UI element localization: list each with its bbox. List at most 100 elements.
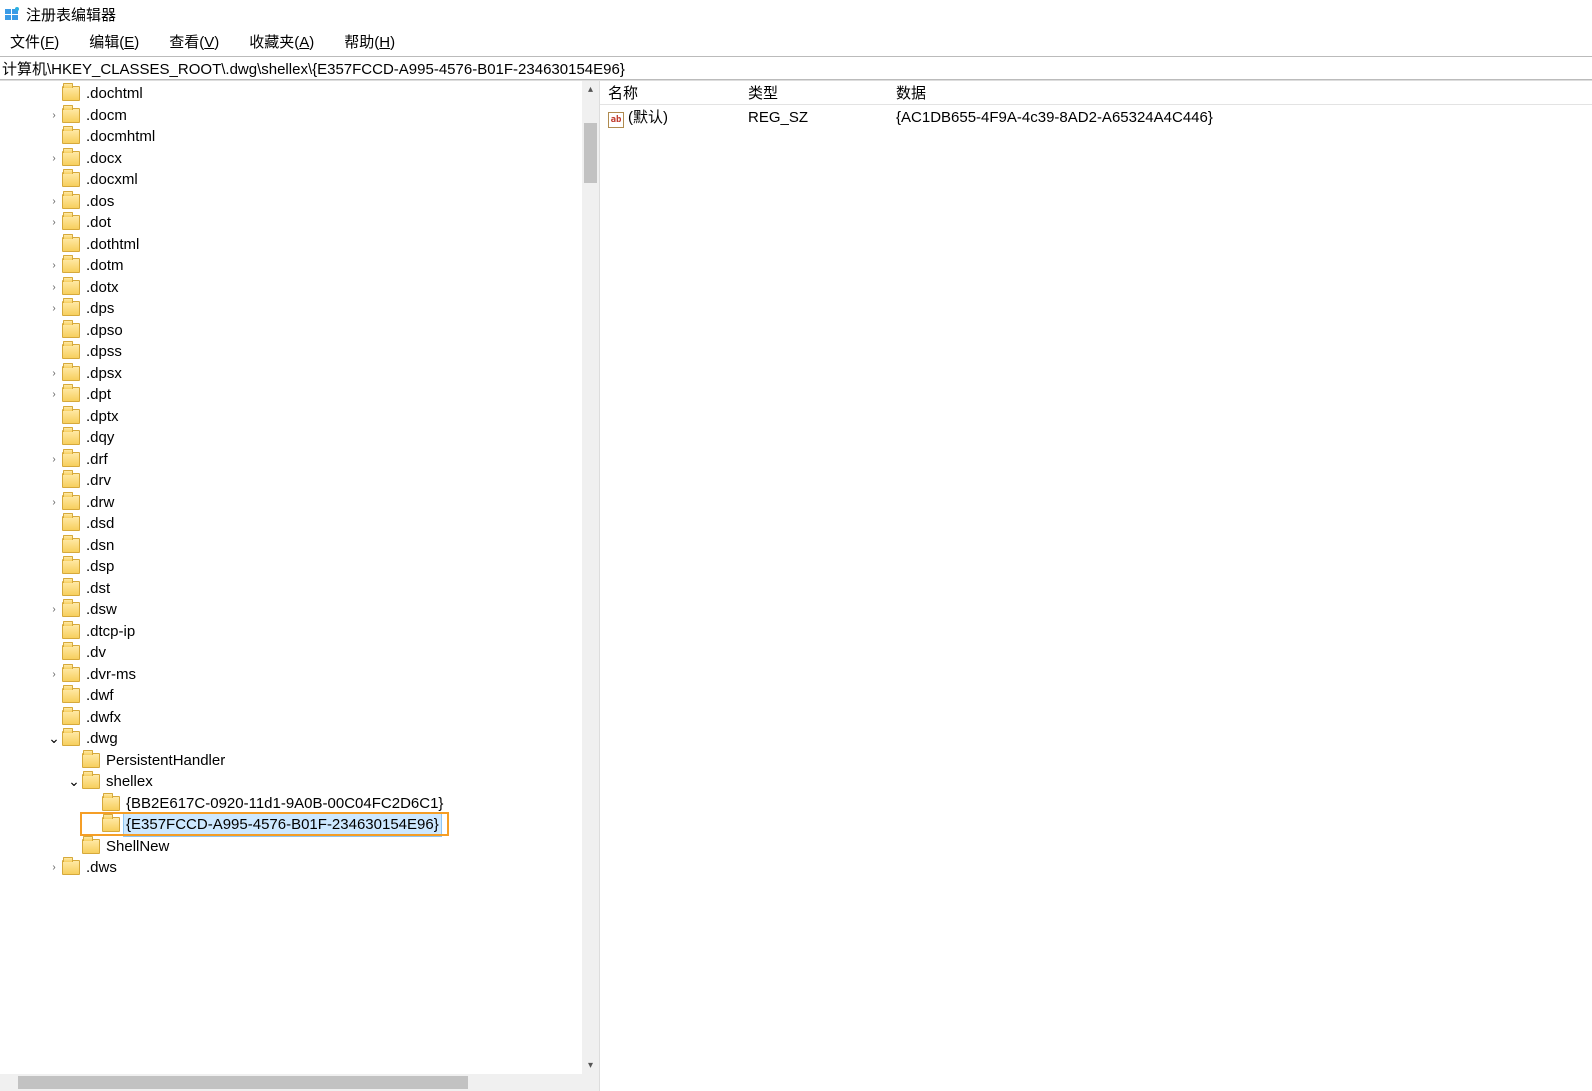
tree-item[interactable]: ›.docm	[4, 105, 599, 127]
folder-icon	[62, 172, 80, 187]
tree-item[interactable]: ›.dotm	[4, 255, 599, 277]
tree-item[interactable]: ⌄ .dwg	[4, 728, 599, 750]
tree-item[interactable]: ›.dochtml	[4, 83, 599, 105]
menu-edit[interactable]: 编辑(E)	[83, 29, 145, 54]
tree-item[interactable]: ›.drw	[4, 492, 599, 514]
scroll-up-arrow-icon[interactable]: ▴	[582, 81, 599, 98]
tree-item[interactable]: ›.dv	[4, 642, 599, 664]
tree-item[interactable]: ›.dqy	[4, 427, 599, 449]
chevron-right-icon[interactable]: ›	[46, 602, 62, 618]
tree-item-label: .docxml	[84, 169, 140, 191]
chevron-right-icon[interactable]: ›	[46, 451, 62, 467]
folder-icon	[62, 323, 80, 338]
tree-item[interactable]: ›.dsn	[4, 535, 599, 557]
horizontal-scroll-thumb[interactable]	[18, 1076, 468, 1089]
tree-item[interactable]: ›PersistentHandler	[4, 750, 599, 772]
tree-item[interactable]: ›.docxml	[4, 169, 599, 191]
folder-icon	[62, 344, 80, 359]
chevron-right-icon[interactable]: ›	[46, 215, 62, 231]
main-split: ›.dochtml›.docm›.docmhtml›.docx›.docxml›…	[0, 80, 1592, 1091]
chevron-right-icon[interactable]: ›	[46, 860, 62, 876]
tree-item[interactable]: ›.docmhtml	[4, 126, 599, 148]
tree-item[interactable]: ›.dsp	[4, 556, 599, 578]
tree-item[interactable]: ›.dot	[4, 212, 599, 234]
chevron-right-icon[interactable]: ›	[46, 666, 62, 682]
header-type[interactable]: 类型	[748, 82, 896, 103]
tree-item-label: shellex	[104, 771, 155, 793]
tree-item-label: .dochtml	[84, 83, 145, 105]
tree-item[interactable]: ›.dwf	[4, 685, 599, 707]
folder-icon	[62, 129, 80, 144]
tree-item[interactable]: ›.dpt	[4, 384, 599, 406]
tree-item-label: .dsw	[84, 599, 119, 621]
tree-item-label: .dsn	[84, 535, 116, 557]
tree-item-label: .dws	[84, 857, 119, 879]
tree-item[interactable]: ›.dpso	[4, 320, 599, 342]
tree-item[interactable]: › .dsw	[4, 599, 599, 621]
chevron-right-icon[interactable]: ›	[46, 258, 62, 274]
tree-item[interactable]: ›.drf	[4, 449, 599, 471]
tree-item[interactable]: ›ShellNew	[4, 836, 599, 858]
values-header[interactable]: 名称 类型 数据	[600, 81, 1592, 105]
tree-item[interactable]: ›.dpsx	[4, 363, 599, 385]
registry-tree[interactable]: ›.dochtml›.docm›.docmhtml›.docx›.docxml›…	[0, 81, 599, 881]
value-row[interactable]: ab(默认)REG_SZ{AC1DB655-4F9A-4c39-8AD2-A65…	[600, 105, 1592, 129]
tree-item[interactable]: ›.dotx	[4, 277, 599, 299]
header-data[interactable]: 数据	[896, 82, 1592, 103]
tree-item[interactable]: ›.dvr-ms	[4, 664, 599, 686]
tree-item-label: .dwfx	[84, 707, 123, 729]
folder-icon	[82, 774, 100, 789]
tree-item-label: .dsp	[84, 556, 116, 578]
tree-item[interactable]: ›.docx	[4, 148, 599, 170]
chevron-down-icon[interactable]: ⌄	[66, 774, 82, 790]
menu-favorites[interactable]: 收藏夹(A)	[243, 29, 320, 54]
menu-view[interactable]: 查看(V)	[163, 29, 225, 54]
tree-item[interactable]: ›.dos	[4, 191, 599, 213]
tree-item[interactable]: › .dws	[4, 857, 599, 879]
chevron-right-icon[interactable]: ›	[46, 494, 62, 510]
tree-item[interactable]: ›.dsd	[4, 513, 599, 535]
folder-icon	[62, 258, 80, 273]
tree-item[interactable]: ›{E357FCCD-A995-4576-B01F-234630154E96}	[4, 814, 599, 836]
folder-icon	[62, 624, 80, 639]
value-type: REG_SZ	[748, 109, 896, 126]
tree-item-label: .dptx	[84, 406, 121, 428]
chevron-right-icon[interactable]: ›	[46, 150, 62, 166]
tree-item[interactable]: ›.dtcp-ip	[4, 621, 599, 643]
values-list[interactable]: ab(默认)REG_SZ{AC1DB655-4F9A-4c39-8AD2-A65…	[600, 105, 1592, 129]
vertical-scroll-thumb[interactable]	[584, 123, 597, 183]
header-name[interactable]: 名称	[600, 82, 748, 103]
address-bar[interactable]: 计算机\HKEY_CLASSES_ROOT\.dwg\shellex\{E357…	[0, 56, 1592, 80]
tree-vertical-scrollbar[interactable]: ▴ ▾	[582, 81, 599, 1074]
chevron-right-icon[interactable]: ›	[46, 193, 62, 209]
window-title: 注册表编辑器	[26, 4, 116, 25]
tree-item-label: .dwg	[84, 728, 120, 750]
tree-item-label: .dtcp-ip	[84, 621, 137, 643]
menu-help[interactable]: 帮助(H)	[338, 29, 401, 54]
folder-icon	[62, 688, 80, 703]
tree-item-label: .dpss	[84, 341, 124, 363]
tree-item[interactable]: ›.dpss	[4, 341, 599, 363]
tree-item[interactable]: ›.dptx	[4, 406, 599, 428]
tree-item-label: .dps	[84, 298, 116, 320]
tree-horizontal-scrollbar[interactable]	[0, 1074, 599, 1091]
tree-scroll-area: ›.dochtml›.docm›.docmhtml›.docx›.docxml›…	[0, 81, 599, 1074]
chevron-right-icon[interactable]: ›	[46, 301, 62, 317]
tree-item[interactable]: ›.dst	[4, 578, 599, 600]
scroll-down-arrow-icon[interactable]: ▾	[582, 1057, 599, 1074]
chevron-right-icon[interactable]: ›	[46, 107, 62, 123]
tree-item[interactable]: ›.drv	[4, 470, 599, 492]
chevron-right-icon[interactable]: ›	[46, 387, 62, 403]
chevron-down-icon[interactable]: ⌄	[46, 731, 62, 747]
chevron-right-icon[interactable]: ›	[46, 365, 62, 381]
tree-item-label: .dothtml	[84, 234, 141, 256]
tree-item-label: .drv	[84, 470, 113, 492]
menu-file[interactable]: 文件(F)	[4, 29, 65, 54]
tree-item[interactable]: ›.dothtml	[4, 234, 599, 256]
chevron-right-icon[interactable]: ›	[46, 279, 62, 295]
tree-item[interactable]: ›{BB2E617C-0920-11d1-9A0B-00C04FC2D6C1}	[4, 793, 599, 815]
tree-item[interactable]: ⌄ shellex	[4, 771, 599, 793]
tree-item[interactable]: ›.dwfx	[4, 707, 599, 729]
tree-item[interactable]: › .dps	[4, 298, 599, 320]
folder-icon	[102, 796, 120, 811]
